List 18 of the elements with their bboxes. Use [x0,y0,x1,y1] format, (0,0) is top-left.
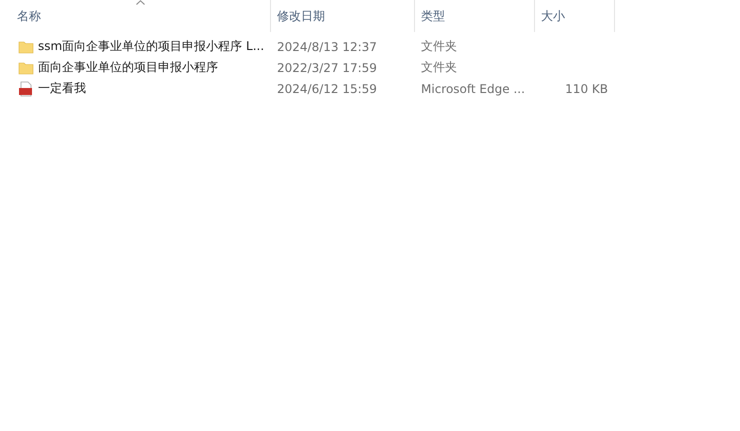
file-name[interactable]: 一定看我 [38,80,86,97]
file-type: 文件夹 [421,60,457,74]
file-name[interactable]: ssm面向企事业单位的项目申报小程序 L... [38,38,264,55]
pdf-file-icon [18,80,34,96]
sort-ascending-icon [136,0,145,5]
column-header[interactable]: 大小 [541,8,565,24]
column-header[interactable]: 名称 [17,8,41,24]
file-type: 文件夹 [421,39,457,53]
folder-icon [18,38,34,54]
modified-date: 2024/6/12 15:59 [277,82,377,96]
file-name[interactable]: 面向企事业单位的项目申报小程序 [38,59,218,76]
modified-date: 2024/8/13 12:37 [277,40,377,54]
modified-date: 2022/3/27 17:59 [277,60,377,74]
column-header[interactable]: 类型 [421,8,445,24]
file-type: Microsoft Edge ... [421,82,525,96]
column-header[interactable]: 修改日期 [277,8,325,24]
file-size: 110 KB [565,82,608,96]
folder-icon [18,60,34,76]
